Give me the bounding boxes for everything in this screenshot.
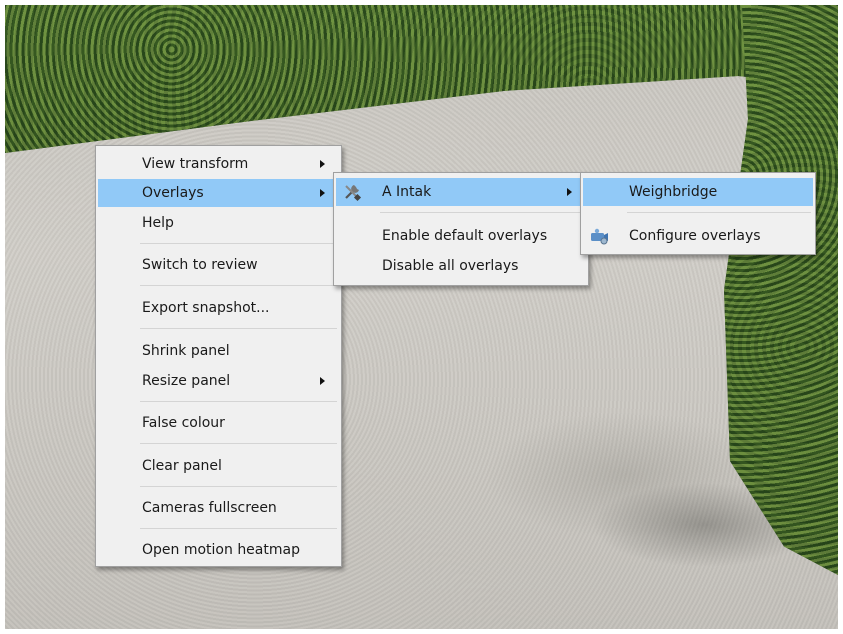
menu-separator bbox=[140, 401, 337, 402]
menu-item-label: Shrink panel bbox=[142, 343, 230, 359]
menu-item-cameras-fullscreen[interactable]: Cameras fullscreen bbox=[98, 494, 339, 522]
submenu-arrow-icon bbox=[320, 377, 325, 385]
submenu-arrow-icon bbox=[567, 188, 572, 196]
tools-icon bbox=[342, 182, 364, 202]
menu-item-label: Disable all overlays bbox=[382, 258, 519, 274]
menu-item-label: Weighbridge bbox=[629, 184, 718, 200]
menu-separator bbox=[140, 243, 337, 244]
menu-separator bbox=[140, 328, 337, 329]
menu-separator bbox=[140, 528, 337, 529]
menu-separator bbox=[380, 212, 584, 213]
menu-item-shrink-panel[interactable]: Shrink panel bbox=[98, 337, 339, 365]
menu-item-label: Open motion heatmap bbox=[142, 542, 300, 558]
menu-item-label: Export snapshot... bbox=[142, 300, 270, 316]
menu-item-label: Clear panel bbox=[142, 458, 222, 474]
overlays-submenu: A Intak Enable default overlays Disable … bbox=[333, 172, 589, 286]
menu-item-label: Enable default overlays bbox=[382, 228, 548, 244]
menu-item-export-snapshot[interactable]: Export snapshot... bbox=[98, 294, 339, 322]
menu-item-weighbridge[interactable]: Weighbridge bbox=[583, 178, 813, 206]
menu-item-label: Cameras fullscreen bbox=[142, 500, 277, 516]
menu-item-switch-to-review[interactable]: Switch to review bbox=[98, 251, 339, 279]
a-intak-submenu: Weighbridge Configure overlays bbox=[580, 172, 816, 255]
menu-item-overlays[interactable]: Overlays bbox=[98, 179, 339, 207]
menu-separator bbox=[140, 486, 337, 487]
menu-separator bbox=[140, 285, 337, 286]
context-menu: View transform Overlays Help Switch to r… bbox=[95, 145, 342, 567]
menu-item-a-intak[interactable]: A Intak bbox=[336, 178, 586, 206]
menu-item-label: View transform bbox=[142, 156, 249, 172]
menu-item-label: Resize panel bbox=[142, 373, 231, 389]
menu-item-resize-panel[interactable]: Resize panel bbox=[98, 367, 339, 395]
menu-item-label: A Intak bbox=[382, 184, 432, 200]
hedge-top bbox=[5, 5, 838, 153]
menu-item-clear-panel[interactable]: Clear panel bbox=[98, 452, 339, 480]
menu-item-help[interactable]: Help bbox=[98, 209, 339, 237]
menu-item-label: Configure overlays bbox=[629, 228, 761, 244]
hedge-right bbox=[724, 5, 838, 575]
camera-settings-icon bbox=[589, 226, 611, 246]
menu-separator bbox=[140, 443, 337, 444]
menu-item-label: False colour bbox=[142, 415, 225, 431]
menu-item-false-colour[interactable]: False colour bbox=[98, 409, 339, 437]
submenu-arrow-icon bbox=[320, 160, 325, 168]
menu-item-open-motion-heatmap[interactable]: Open motion heatmap bbox=[98, 536, 339, 564]
submenu-arrow-icon bbox=[320, 189, 325, 197]
menu-item-configure-overlays[interactable]: Configure overlays bbox=[583, 222, 813, 250]
menu-item-label: Switch to review bbox=[142, 257, 258, 273]
menu-item-label: Overlays bbox=[142, 185, 204, 201]
menu-item-enable-default-overlays[interactable]: Enable default overlays bbox=[336, 222, 586, 250]
menu-separator bbox=[627, 212, 811, 213]
menu-item-view-transform[interactable]: View transform bbox=[98, 150, 339, 178]
menu-item-disable-all-overlays[interactable]: Disable all overlays bbox=[336, 252, 586, 280]
menu-item-label: Help bbox=[142, 215, 174, 231]
